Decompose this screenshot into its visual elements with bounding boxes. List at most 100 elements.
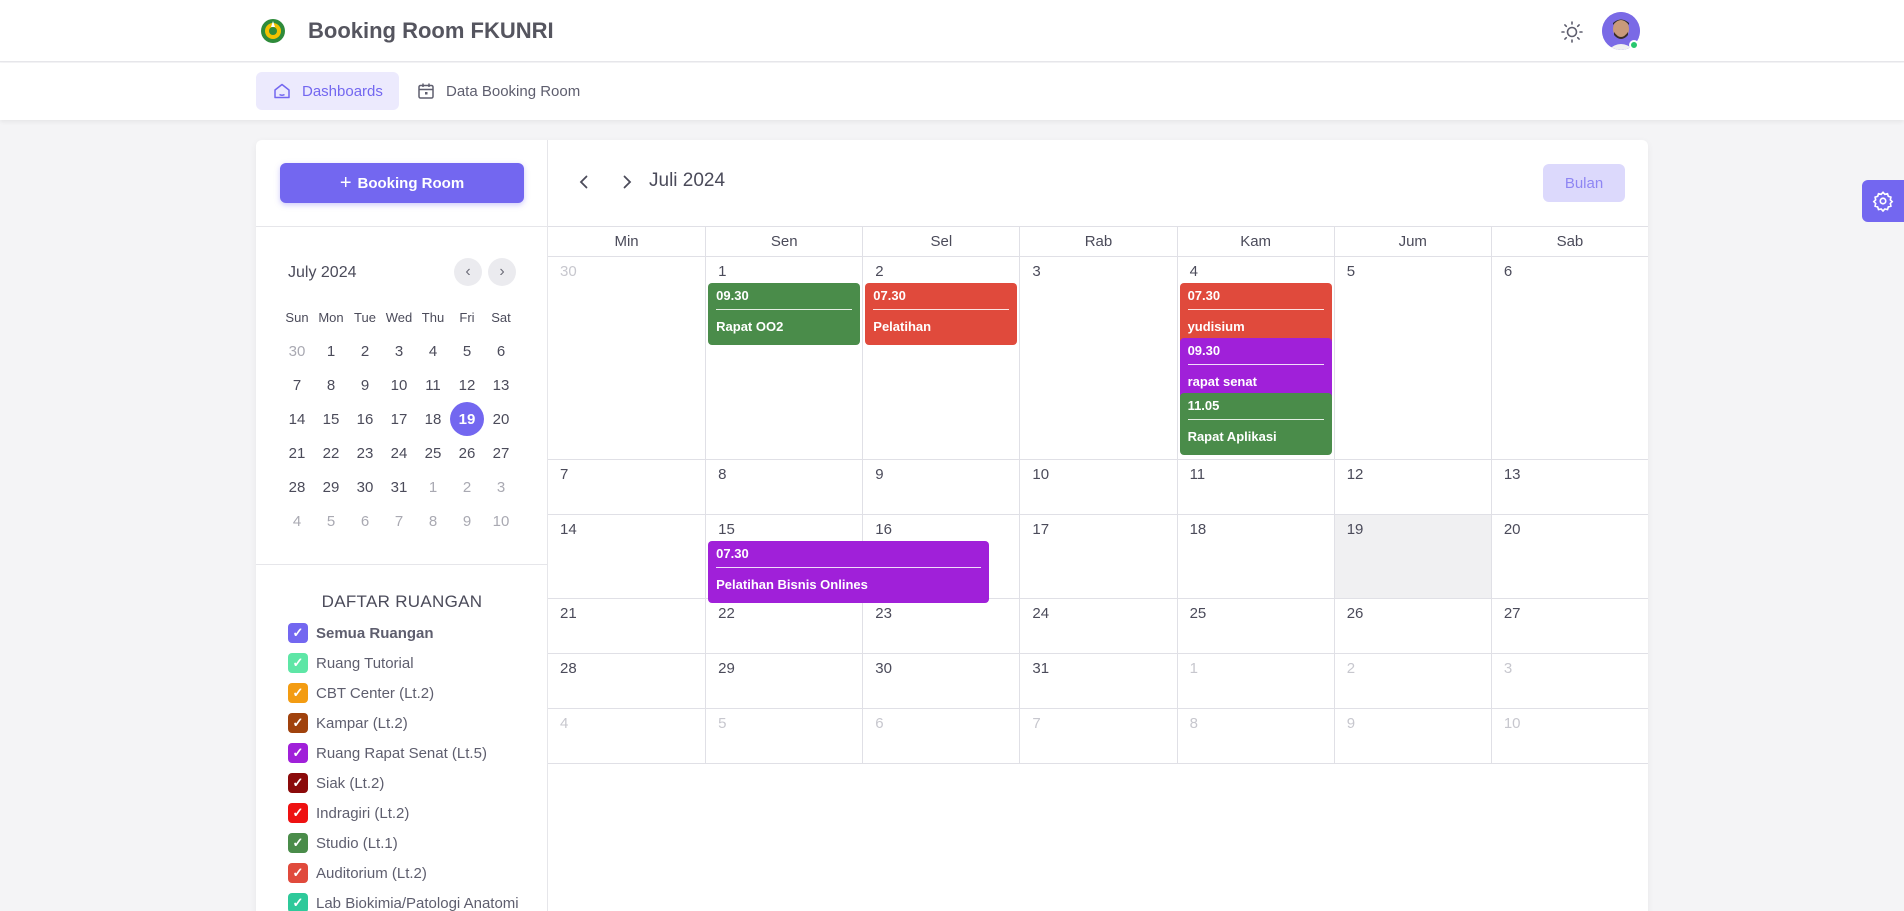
mini-day[interactable]: 9 [450,504,484,538]
checkbox-checked-icon[interactable]: ✓ [288,743,308,763]
mini-day[interactable]: 10 [382,368,416,402]
mini-day[interactable]: 16 [348,402,382,436]
mini-day[interactable]: 7 [280,368,314,402]
room-filter-item[interactable]: ✓ Semua Ruangan [288,618,519,648]
mini-day[interactable]: 5 [450,334,484,368]
room-filter-item[interactable]: ✓ Auditorium (Lt.2) [288,858,519,888]
mini-day[interactable]: 4 [416,334,450,368]
mini-day[interactable]: 6 [348,504,382,538]
mini-day[interactable]: 12 [450,368,484,402]
mini-calendar-next-button[interactable]: › [488,258,516,286]
mini-day[interactable]: 1 [416,470,450,504]
mini-day[interactable]: 30 [280,334,314,368]
calendar-day-cell[interactable]: 11 [1176,460,1334,514]
calendar-day-cell[interactable]: 3 [1490,654,1648,708]
calendar-day-cell[interactable]: 4 [548,709,705,763]
calendar-day-cell[interactable]: 22 [705,599,862,653]
mini-day[interactable]: 18 [416,402,450,436]
calendar-day-cell[interactable]: 9 [862,460,1019,514]
mini-day[interactable]: 2 [450,470,484,504]
calendar-day-cell[interactable]: 28 [548,654,705,708]
mini-day[interactable]: 3 [382,334,416,368]
mini-day[interactable]: 8 [416,504,450,538]
mini-day[interactable]: 4 [280,504,314,538]
checkbox-checked-icon[interactable]: ✓ [288,683,308,703]
calendar-day-cell[interactable]: 6 [1490,257,1648,459]
calendar-day-cell[interactable]: 5 [705,709,862,763]
calendar-day-cell[interactable]: 9 [1333,709,1491,763]
checkbox-checked-icon[interactable]: ✓ [288,833,308,853]
checkbox-checked-icon[interactable]: ✓ [288,623,308,643]
calendar-day-cell[interactable]: 7 [1019,709,1176,763]
calendar-day-cell[interactable]: 1 09.30 Rapat OO2 [705,257,862,459]
mini-day[interactable]: 28 [280,470,314,504]
checkbox-checked-icon[interactable]: ✓ [288,863,308,883]
mini-day[interactable]: 6 [484,334,518,368]
calendar-day-cell[interactable]: 10 [1490,709,1648,763]
calendar-event[interactable]: 11.05 Rapat Aplikasi [1179,393,1332,455]
calendar-day-cell[interactable]: 21 [548,599,705,653]
calendar-day-cell[interactable]: 25 [1176,599,1334,653]
calendar-day-cell[interactable]: 15 07.30 Pelatihan Bisnis Onlines [705,515,990,603]
mini-day[interactable]: 17 [382,402,416,436]
checkbox-checked-icon[interactable]: ✓ [288,893,308,911]
mini-day[interactable]: 21 [280,436,314,470]
room-filter-item[interactable]: ✓ Ruang Rapat Senat (Lt.5) [288,738,519,768]
mini-day[interactable]: 27 [484,436,518,470]
calendar-event[interactable]: 09.30 rapat senat [1179,338,1332,400]
calendar-day-cell[interactable]: 23 [862,599,1019,653]
calendar-day-cell[interactable]: 14 [548,515,705,598]
mini-day[interactable]: 26 [450,436,484,470]
month-view-button[interactable]: Bulan [1543,164,1625,202]
nav-dashboards[interactable]: Dashboards [256,72,399,110]
mini-day[interactable]: 30 [348,470,382,504]
room-filter-item[interactable]: ✓ Studio (Lt.1) [288,828,519,858]
checkbox-checked-icon[interactable]: ✓ [288,713,308,733]
calendar-event[interactable]: 09.30 Rapat OO2 [708,283,861,345]
calendar-day-cell[interactable]: 24 [1019,599,1176,653]
mini-day[interactable]: 11 [416,368,450,402]
sun-icon[interactable] [1560,20,1584,44]
mini-day[interactable]: 24 [382,436,416,470]
mini-day[interactable]: 13 [484,368,518,402]
calendar-next-button[interactable] [617,172,637,192]
calendar-day-cell[interactable]: 5 [1333,257,1491,459]
mini-day[interactable]: 31 [382,470,416,504]
mini-day[interactable]: 20 [484,402,518,436]
mini-day[interactable]: 29 [314,470,348,504]
calendar-day-cell[interactable]: 8 [705,460,862,514]
room-filter-item[interactable]: ✓ Ruang Tutorial [288,648,519,678]
calendar-day-cell[interactable]: 4 07.30 yudisium 09.30 rapat senat 11.05 Rapat… [1176,257,1334,459]
checkbox-checked-icon[interactable]: ✓ [288,803,308,823]
mini-day[interactable]: 9 [348,368,382,402]
mini-day[interactable]: 7 [382,504,416,538]
calendar-day-cell[interactable]: 30 [862,654,1019,708]
room-filter-item[interactable]: ✓ Indragiri (Lt.2) [288,798,519,828]
mini-day[interactable]: 15 [314,402,348,436]
calendar-day-cell[interactable]: 10 [1019,460,1176,514]
calendar-day-cell[interactable]: 27 [1490,599,1648,653]
booking-room-button[interactable]: + Booking Room [280,163,524,203]
mini-day-selected[interactable]: 19 [450,402,484,436]
calendar-day-cell[interactable]: 17 [1019,515,1176,598]
room-filter-item[interactable]: ✓ Siak (Lt.2) [288,768,519,798]
calendar-day-cell[interactable]: 7 [548,460,705,514]
calendar-prev-button[interactable] [574,172,594,192]
calendar-event[interactable]: 07.30 Pelatihan Bisnis Onlines [708,541,990,603]
calendar-day-cell[interactable]: 26 [1333,599,1491,653]
mini-day[interactable]: 8 [314,368,348,402]
calendar-day-cell[interactable]: 13 [1490,460,1648,514]
mini-day[interactable]: 14 [280,402,314,436]
calendar-day-cell[interactable]: 2 07.30 Pelatihan [862,257,1019,459]
calendar-day-cell[interactable]: 1 [1176,654,1334,708]
checkbox-checked-icon[interactable]: ✓ [288,773,308,793]
mini-day[interactable]: 22 [314,436,348,470]
calendar-day-cell[interactable]: 30 [548,257,705,459]
calendar-day-cell[interactable]: 12 [1333,460,1491,514]
mini-day[interactable]: 23 [348,436,382,470]
calendar-day-cell[interactable]: 18 [1176,515,1334,598]
mini-calendar-prev-button[interactable]: ‹ [454,258,482,286]
room-filter-item[interactable]: ✓ Lab Biokimia/Patologi Anatomi [288,888,519,911]
calendar-day-cell[interactable]: 19 [1333,515,1491,598]
mini-day[interactable]: 25 [416,436,450,470]
